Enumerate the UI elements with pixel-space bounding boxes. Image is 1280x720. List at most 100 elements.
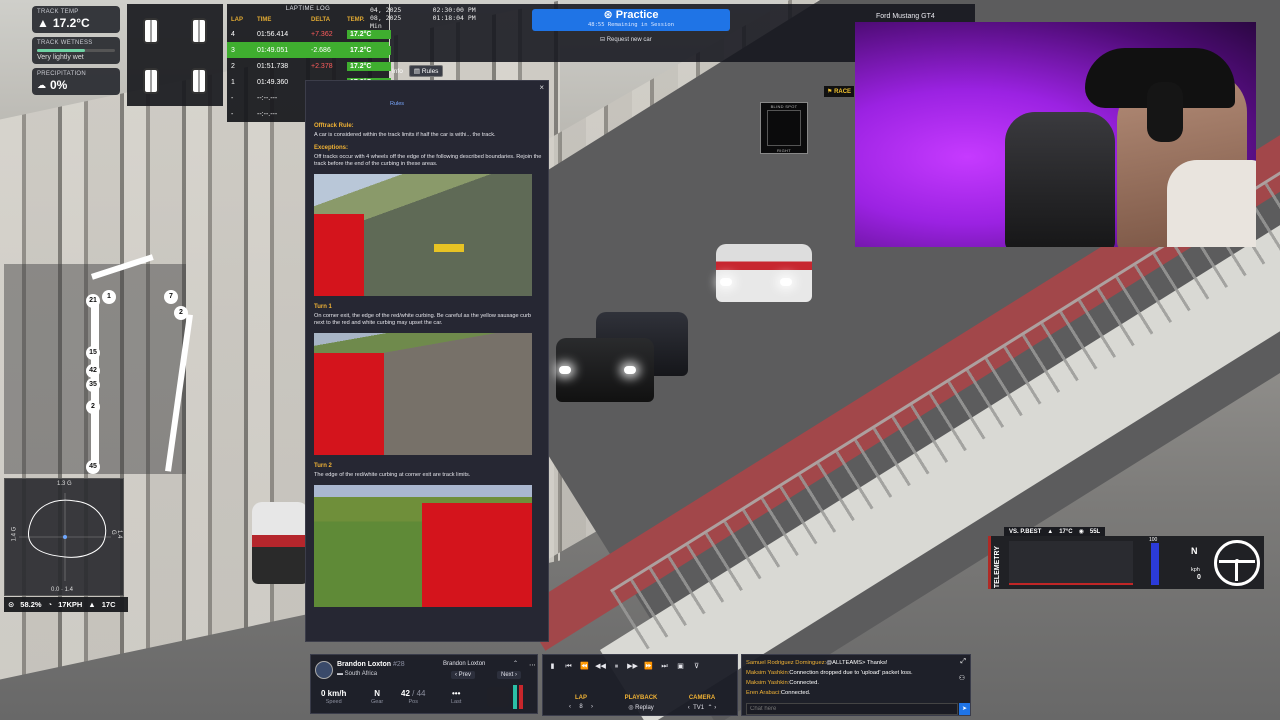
- session-line-3: Min: [370, 22, 382, 30]
- chat-panel: Samuel Rodriguez Dominguez:@ALLTEAMS> Th…: [741, 654, 971, 716]
- camera-chevron-up-icon[interactable]: ⌃: [708, 705, 713, 711]
- lap-number: 1: [231, 78, 235, 86]
- col-lap: LAP: [231, 17, 243, 23]
- col-time: TIME: [257, 17, 272, 23]
- chat-text: Connection dropped due to 'upload' packe…: [789, 670, 913, 676]
- track-map-node: 2: [174, 306, 188, 320]
- fuel-gauge-icon: ⊙: [8, 600, 15, 609]
- camera-icon[interactable]: ▣: [675, 661, 686, 672]
- chevron-left-icon[interactable]: ‹: [569, 704, 571, 710]
- camera-selector[interactable]: CAMERA ‹ TV1 ⌃ ›: [669, 695, 735, 711]
- lap-temp: 17.2°C: [347, 61, 391, 71]
- prev-frame-icon[interactable]: ⏮: [563, 661, 574, 672]
- driver-last-stat: ••• Last: [451, 689, 461, 705]
- chat-text: Connected.: [780, 690, 811, 696]
- camera-chevron-right-icon[interactable]: ›: [714, 705, 716, 711]
- streamer-webcam: [855, 22, 1256, 247]
- car-mercedes: [716, 244, 812, 302]
- lap-time: 01:51.738: [257, 62, 289, 70]
- playback-selector[interactable]: PLAYBACK ◎ Replay: [615, 695, 667, 711]
- telemetry-fuel: 55L: [1089, 528, 1101, 535]
- headset-icon: [1147, 82, 1183, 142]
- steering-wheel-icon: [1214, 540, 1260, 586]
- practice-session-button[interactable]: ⊛ Practice 48:55 Remaining in Session: [532, 9, 730, 31]
- driver-pos-label: Pos: [408, 699, 418, 705]
- send-icon[interactable]: ➤: [959, 703, 970, 715]
- replay-icon: ◎: [628, 705, 634, 711]
- g-force-plot: [19, 493, 111, 581]
- driver-gear-value: N: [374, 689, 380, 698]
- driver-select[interactable]: Brandon Loxton ⌃: [443, 660, 518, 667]
- lap-time: --:--.---: [257, 110, 278, 118]
- pause-icon[interactable]: ⏸: [611, 661, 622, 672]
- driver-gear-label: Gear: [371, 699, 384, 705]
- exceptions-title: Exceptions:: [314, 145, 349, 151]
- track-temp-box: TRACK TEMP ▲ 17.2°C: [32, 6, 120, 33]
- rules-tab-heading[interactable]: Rules: [390, 101, 404, 107]
- avatar: [315, 661, 333, 679]
- chevron-right-icon[interactable]: ›: [591, 704, 593, 710]
- next-incident-icon[interactable]: ⏩: [643, 661, 654, 672]
- rules-icon: ▤: [413, 68, 420, 75]
- road-temp-icon: ▲: [88, 600, 96, 609]
- tyre-rear-right-icon: [191, 68, 207, 94]
- turn1-overview-image: [314, 174, 532, 296]
- request-new-car-button[interactable]: ⊟ Request new car: [600, 36, 652, 43]
- camera-chevron-left-icon[interactable]: ‹: [688, 705, 690, 711]
- play-icon[interactable]: ▶▶: [627, 661, 638, 672]
- table-row: 4 01:56.414 +7.362 17.2°C: [227, 26, 391, 42]
- telemetry-compare: VS. P.BEST: [1009, 528, 1042, 535]
- chevron-up-icon: ⌃: [513, 661, 519, 667]
- lap-number: -: [231, 94, 234, 102]
- chat-input[interactable]: [746, 703, 958, 715]
- lap-time: 01:49.051: [257, 46, 289, 54]
- driver-last-label: Last: [451, 699, 462, 705]
- offtrack-text: A car is considered within the track lim…: [314, 132, 496, 138]
- driver-speed-label: Speed: [325, 699, 342, 705]
- skip-to-start-icon[interactable]: ▮: [547, 661, 558, 672]
- telemetry-body: TELEMETRY 100 N kph 0: [988, 536, 1264, 589]
- driver-number: #28: [393, 661, 405, 668]
- col-delta: DELTA: [311, 17, 331, 23]
- driver-indicator-red: [519, 685, 523, 709]
- chat-message: Maksim Yashkin:Connection dropped due to…: [746, 668, 913, 678]
- race-icon: ⚑: [827, 89, 833, 95]
- menu-icon[interactable]: ⋯: [529, 661, 536, 669]
- rain-cloud-icon: ☁: [37, 79, 46, 90]
- skip-to-end-icon[interactable]: ⏭: [659, 661, 670, 672]
- lap-delta: +2.378: [311, 62, 333, 70]
- lap-time: --:--.---: [257, 94, 278, 102]
- close-icon[interactable]: ×: [539, 83, 544, 92]
- prev-driver-button[interactable]: ‹ Prev: [451, 671, 476, 679]
- driver-pos-total: / 44: [412, 689, 426, 698]
- expand-icon[interactable]: ⤢: [960, 658, 966, 666]
- chat-message: Maksim Yashkin:Connected.: [746, 678, 913, 688]
- next-driver-button[interactable]: Next ›: [497, 671, 522, 679]
- request-car-label: Request new car: [606, 37, 652, 43]
- filter-icon[interactable]: ⊽: [691, 661, 702, 672]
- tyre-front-left-icon: [143, 18, 159, 44]
- lap-selector[interactable]: LAP ‹ 8 ›: [551, 695, 611, 710]
- lap-label: LAP: [575, 695, 587, 701]
- g-bottom: 0.0 · 1.4: [51, 587, 74, 593]
- lap-number: 2: [231, 62, 235, 70]
- practice-remaining: 48:55 Remaining in Session: [587, 22, 675, 28]
- session-time-2: 01:18:04 PM: [432, 14, 476, 22]
- race-chip[interactable]: ⚑ RACE: [824, 86, 855, 97]
- step-back-icon[interactable]: ◀◀: [595, 661, 606, 672]
- session-times: 04, 2025 02:30:00 PM 08, 2025 01:18:04 P…: [370, 6, 520, 36]
- prev-incident-icon[interactable]: ⏪: [579, 661, 590, 672]
- throttle-bar: [1151, 543, 1159, 585]
- turn1-detail-image: [314, 333, 532, 455]
- speed-icon: ◔: [47, 600, 53, 609]
- tab-rules[interactable]: Rules: [422, 68, 439, 75]
- turn2-title: Turn 2: [314, 463, 332, 469]
- blind-spot-right: BLIND SPOT RIGHT: [760, 102, 808, 154]
- lap-temp: 17.2°C: [347, 45, 391, 55]
- flag-icon: ▬: [337, 671, 343, 677]
- lap-number: -: [231, 110, 234, 118]
- thermometer-road-icon: ▲: [37, 16, 49, 30]
- users-icon[interactable]: ⚇: [959, 674, 965, 682]
- driver-name: Brandon Loxton: [337, 661, 392, 668]
- tab-info[interactable]: Info: [392, 68, 403, 75]
